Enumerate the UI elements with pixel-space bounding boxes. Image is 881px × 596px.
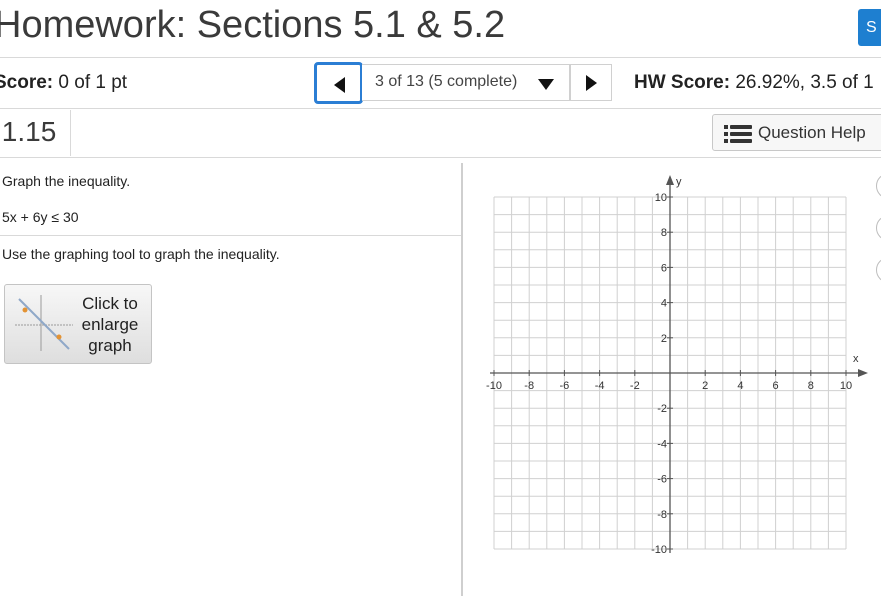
- x-tick-label: -2: [630, 380, 640, 392]
- enlarge-line: graph: [88, 336, 132, 355]
- question-number: .1.15: [0, 116, 57, 147]
- y-tick-label: -10: [651, 544, 667, 556]
- score-label: Score:: [0, 72, 54, 93]
- list-icon: [724, 125, 752, 143]
- question-number-divider: [70, 110, 71, 156]
- graph-tool-button[interactable]: [876, 257, 881, 283]
- y-tick-label: 10: [655, 192, 667, 204]
- x-tick-label: -6: [560, 380, 570, 392]
- question-help-label: Question Help: [758, 123, 866, 142]
- graph-tool-button[interactable]: [876, 173, 881, 199]
- enlarge-line: Click to: [82, 294, 138, 313]
- header-divider: [0, 57, 881, 58]
- x-tick-label: -4: [595, 380, 605, 392]
- y-tick-label: 8: [661, 227, 667, 239]
- y-tick-label: 4: [661, 298, 667, 310]
- y-axis-arrow-icon: [666, 175, 674, 185]
- tool-instruction: Use the graphing tool to graph the inequ…: [2, 246, 280, 262]
- enlarge-line: enlarge: [81, 315, 139, 334]
- panel-divider: [461, 163, 463, 596]
- x-tick-label: 10: [840, 380, 852, 392]
- y-axis-label: y: [676, 176, 682, 188]
- hw-score-label: HW Score:: [634, 72, 731, 93]
- next-question-button[interactable]: [570, 64, 612, 101]
- question-instruction: Graph the inequality.: [2, 173, 131, 189]
- page-title: Homework: Sections 5.1 & 5.2: [0, 4, 506, 46]
- prompt-divider: [0, 235, 461, 236]
- x-axis-arrow-icon: [858, 369, 868, 377]
- x-tick-label: 8: [808, 380, 814, 392]
- coordinate-graph[interactable]: -10 -8 -6 -4 -2 2 4 6 8 10 10 8 6 4 2 -2 -4 -6 -8 -10 x y: [470, 165, 870, 565]
- y-tick-label: -2: [657, 403, 667, 415]
- y-tick-label: -4: [657, 438, 667, 450]
- enlarge-graph-label: Click to enlarge graph: [75, 293, 145, 356]
- y-tick-label: -8: [657, 509, 667, 521]
- save-button[interactable]: S: [858, 9, 881, 46]
- x-tick-label: 2: [702, 380, 708, 392]
- y-tick-label: -6: [657, 474, 667, 486]
- question-score: Score: 0 of 1 pt: [0, 72, 127, 94]
- score-value: 0 of 1 pt: [58, 72, 128, 93]
- enlarge-graph-button[interactable]: Click to enlarge graph: [4, 284, 152, 364]
- y-tick-label: 6: [661, 262, 667, 274]
- caret-down-icon: [538, 79, 554, 90]
- score-divider: [0, 108, 881, 109]
- question-header-divider: [0, 157, 881, 158]
- graph-thumbnail-icon: [15, 295, 73, 351]
- question-help-button[interactable]: Question Help: [712, 114, 881, 151]
- question-selector-label: 3 of 13 (5 complete): [375, 73, 518, 90]
- x-axis-label: x: [853, 353, 859, 365]
- previous-question-button[interactable]: [314, 62, 363, 104]
- inequality-text: 5x + 6y ≤ 30: [2, 209, 79, 225]
- x-tick-label: -8: [524, 380, 534, 392]
- hw-score-value: 26.92%, 3.5 of 1: [735, 72, 874, 93]
- homework-score: HW Score: 26.92%, 3.5 of 1: [634, 72, 874, 94]
- question-selector[interactable]: 3 of 13 (5 complete): [362, 64, 570, 101]
- graph-tool-button[interactable]: [876, 215, 881, 241]
- x-tick-label: -10: [486, 380, 502, 392]
- y-tick-label: 2: [661, 333, 667, 345]
- x-tick-label: 6: [773, 380, 779, 392]
- x-tick-label: 4: [737, 380, 743, 392]
